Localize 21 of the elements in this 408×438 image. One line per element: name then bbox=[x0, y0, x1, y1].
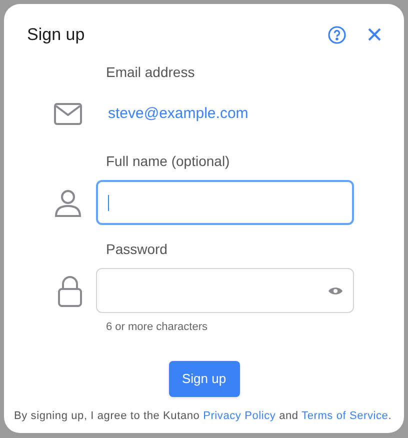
password-field[interactable] bbox=[96, 268, 354, 313]
help-button[interactable] bbox=[328, 26, 346, 44]
field-label: Email address bbox=[106, 62, 196, 82]
password-hint: 6 or more characters bbox=[106, 320, 208, 335]
dialog-title: Sign up bbox=[27, 24, 86, 46]
email-value: steve@example.com bbox=[107, 104, 248, 124]
envelope-icon bbox=[54, 102, 82, 125]
terms-text: By signing up, I agree to the Kutano Privacy Policy and Terms of Service. bbox=[13, 410, 393, 423]
eye-icon[interactable] bbox=[328, 286, 343, 296]
help-icon bbox=[328, 26, 346, 44]
close-button[interactable] bbox=[368, 28, 381, 42]
sign-up-button[interactable]: Sign up bbox=[168, 360, 240, 396]
name-field[interactable] bbox=[96, 180, 354, 225]
field-label: Full name (optional) bbox=[106, 152, 231, 171]
close-icon bbox=[368, 28, 381, 42]
person-icon bbox=[54, 188, 82, 216]
policy-link[interactable]: Terms of Service bbox=[302, 410, 388, 422]
policy-link[interactable]: Privacy Policy bbox=[203, 410, 276, 422]
text-cursor bbox=[108, 194, 109, 210]
padlock-icon bbox=[58, 274, 82, 306]
field-label: Password bbox=[106, 240, 168, 259]
